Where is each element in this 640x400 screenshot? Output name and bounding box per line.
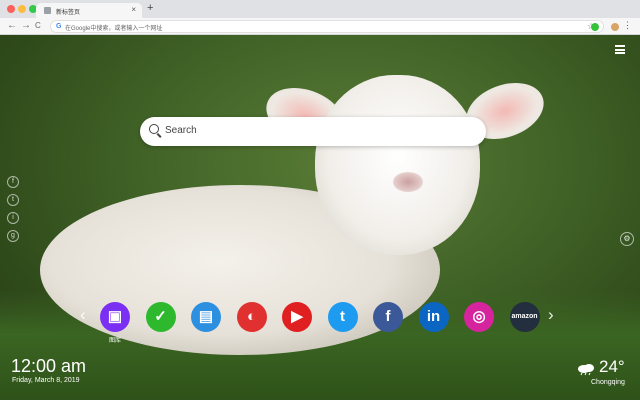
tab-favicon-icon (44, 7, 51, 14)
extension-green-icon[interactable] (591, 23, 599, 31)
browser-menu-icon[interactable]: ⋮ (623, 20, 632, 31)
dock-prev-arrow-icon[interactable]: ‹ (80, 305, 86, 325)
dock-tasks-icon[interactable]: ✓ (145, 302, 176, 332)
tab-title: 新标签页 (56, 10, 81, 16)
tab-new-tab[interactable]: 新标签页 × (36, 3, 142, 18)
browser-window: 新标签页 × + ← → C G 在Google中搜索，或者输入一个网址 ☆ ⋮… (0, 0, 640, 400)
dock-next-arrow-icon[interactable]: › (548, 305, 554, 325)
search-placeholder: Search (165, 125, 197, 136)
dock-notes-icon[interactable]: ▤ (191, 302, 221, 332)
browser-toolbar: ← → C G 在Google中搜索，或者输入一个网址 ☆ ⋮ (0, 18, 640, 35)
dock-twitter-icon[interactable]: t (327, 302, 358, 332)
clock-time: 12:00 am (11, 356, 87, 376)
back-icon[interactable]: ← (7, 20, 17, 31)
address-bar-placeholder: 在Google中搜索，或者输入一个网址 (65, 26, 163, 32)
dock-gallery-icon[interactable]: ▣ (100, 302, 130, 332)
weather-city: Chongqing (591, 379, 625, 386)
facebook-share-icon[interactable]: f (7, 176, 19, 188)
search-share-icon[interactable]: g (7, 230, 19, 242)
profile-avatar-icon[interactable] (611, 23, 619, 31)
google-icon: G (56, 23, 62, 30)
search-icon (149, 124, 159, 134)
info-share-icon[interactable]: i (7, 212, 19, 224)
tab-bar: 新标签页 × + (0, 0, 640, 18)
reload-icon[interactable]: C (35, 21, 41, 30)
weather-temperature: 24° (599, 357, 625, 376)
dock-facebook-icon[interactable]: f (373, 302, 403, 332)
clock-date: Friday, March 8, 2019 (12, 377, 80, 384)
dock-amazon-icon[interactable]: amazon (509, 302, 540, 332)
twitter-share-icon[interactable]: t (7, 194, 19, 206)
new-tab-button[interactable]: + (147, 2, 153, 14)
tab-close-icon[interactable]: × (131, 5, 136, 14)
background-lamb-nose (393, 172, 423, 192)
settings-icon[interactable]: ⚙ (620, 232, 634, 246)
new-tab-page: Search f t i g ⚙ ‹ › ▣ ✓ ▤ ◐ ▶ t f in ◎ amazon 图库… (0, 35, 640, 400)
cloud-rain-icon (578, 364, 594, 376)
dock-linkedin-icon[interactable]: in (418, 302, 449, 332)
address-bar[interactable]: G 在Google中搜索，或者输入一个网址 ☆ (50, 20, 604, 33)
search-box[interactable]: Search (140, 117, 486, 146)
dock-games-icon[interactable]: ◐ (236, 302, 267, 332)
hamburger-menu-icon[interactable] (615, 45, 625, 54)
minimize-window-button[interactable] (18, 5, 26, 13)
background-lamb-head (315, 75, 480, 255)
dock-instagram-icon[interactable]: ◎ (464, 302, 494, 332)
forward-icon[interactable]: → (21, 20, 31, 31)
close-window-button[interactable] (7, 5, 15, 13)
dock-label-gallery: 图库 (108, 338, 121, 344)
dock-youtube-icon[interactable]: ▶ (282, 302, 312, 332)
